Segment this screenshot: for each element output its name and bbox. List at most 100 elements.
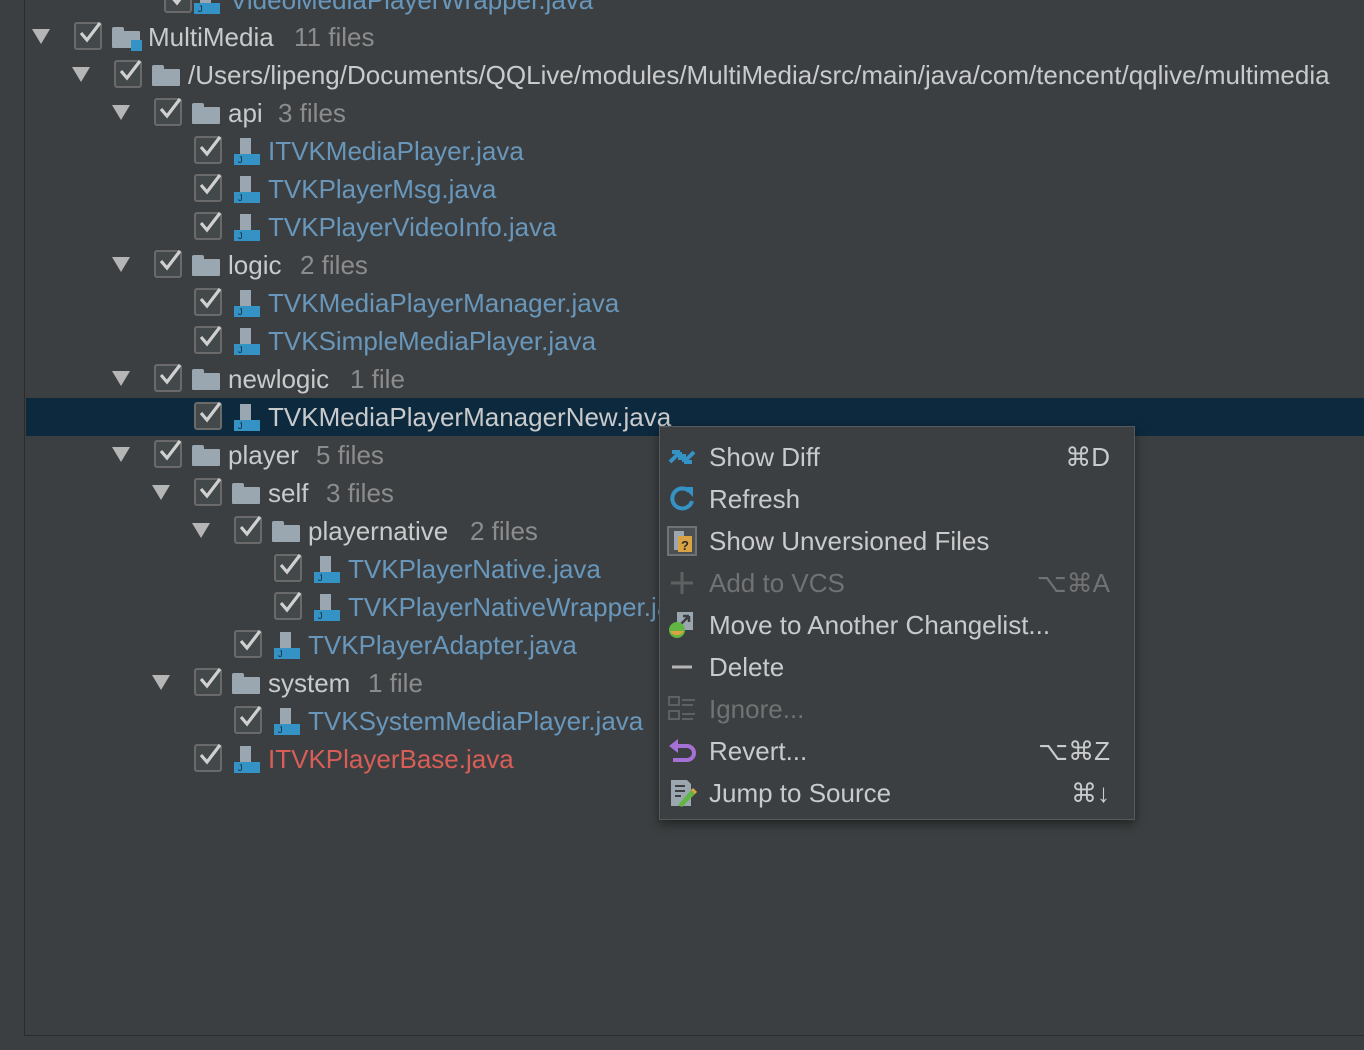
java-file-icon: J [234, 746, 260, 773]
file-count: 2 files [470, 516, 538, 546]
tree-row-folder-api[interactable]: api 3 files [26, 94, 1364, 132]
move-changelist-icon [669, 612, 693, 638]
menu-item-label: Refresh [709, 484, 801, 514]
menu-item-revert[interactable]: Revert... ⌥⌘Z [660, 730, 1134, 772]
unversioned-files-icon: ? [667, 526, 697, 556]
menu-item-shortcut: ⌘D [1065, 442, 1110, 472]
checkbox[interactable] [234, 706, 262, 734]
menu-item-ignore[interactable]: Ignore... [660, 688, 1134, 730]
module-folder-icon [112, 27, 142, 51]
expand-arrow-icon[interactable] [152, 675, 170, 690]
menu-item-show-unversioned-files[interactable]: ? Show Unversioned Files [660, 520, 1134, 562]
checkbox[interactable] [274, 592, 302, 620]
tree-row-file[interactable]: J TVKPlayerVideoInfo.java [26, 208, 1364, 246]
svg-text:J: J [278, 725, 283, 735]
expand-arrow-icon[interactable] [112, 257, 130, 272]
java-file-icon: J [234, 138, 260, 165]
tree-row-file[interactable]: J TVKMediaPlayerManager.java [26, 284, 1364, 322]
svg-text:J: J [238, 155, 243, 165]
svg-text:J: J [278, 649, 283, 659]
refresh-icon [670, 486, 694, 511]
expand-arrow-icon[interactable] [112, 371, 130, 386]
file-count: 11 files [294, 22, 375, 52]
menu-item-label: Show Unversioned Files [709, 526, 990, 556]
tree-row-folder-newlogic[interactable]: newlogic 1 file [26, 360, 1364, 398]
svg-text:J: J [318, 611, 323, 621]
ignore-icon [668, 696, 695, 720]
file-name: ITVKPlayerBase.java [268, 744, 514, 774]
file-name: VideoMediaPlayerWrapper.java [230, 0, 594, 15]
checkbox[interactable] [234, 516, 262, 544]
svg-text:J: J [198, 4, 203, 14]
checkbox[interactable] [194, 668, 222, 696]
menu-item-shortcut: ⌘↓ [1071, 778, 1110, 808]
context-menu: Show Diff ⌘D Refresh ? Show Unversioned … [659, 426, 1135, 820]
java-file-icon: J [274, 708, 300, 735]
menu-item-jump-to-source[interactable]: Jump to Source ⌘↓ [660, 772, 1134, 814]
checkbox[interactable] [194, 326, 222, 354]
menu-item-move-to-another-changelist[interactable]: Move to Another Changelist... [660, 604, 1134, 646]
menu-item-label: Show Diff [709, 442, 820, 472]
checkbox[interactable] [194, 744, 222, 772]
checkbox[interactable] [194, 174, 222, 202]
expand-arrow-icon[interactable] [192, 523, 210, 538]
file-name: TVKSimpleMediaPlayer.java [268, 326, 597, 356]
svg-text:J: J [238, 345, 243, 355]
checkbox[interactable] [194, 288, 222, 316]
menu-item-delete[interactable]: Delete [660, 646, 1134, 688]
checkbox[interactable] [154, 98, 182, 126]
java-file-icon: J [234, 290, 260, 317]
checkbox[interactable] [74, 22, 102, 50]
checkbox[interactable] [114, 60, 142, 88]
java-file-icon: J [234, 328, 260, 355]
menu-item-label: Ignore... [709, 694, 805, 724]
panel-divider [24, 0, 25, 1036]
tree-row-module-multimedia[interactable]: MultiMedia 11 files [26, 18, 1364, 56]
checkbox[interactable] [164, 0, 192, 13]
tree-row-file[interactable]: J ITVKMediaPlayer.java [26, 132, 1364, 170]
tree-row-file[interactable]: J TVKSimpleMediaPlayer.java [26, 322, 1364, 360]
folder-icon [192, 369, 220, 390]
svg-text:J: J [238, 307, 243, 317]
file-count: 3 files [326, 478, 394, 508]
node-name: logic [228, 250, 282, 280]
file-name: ITVKMediaPlayer.java [268, 136, 524, 166]
checkbox[interactable] [154, 440, 182, 468]
tree-row-partial[interactable]: J VideoMediaPlayerWrapper.java [26, 0, 1364, 19]
node-name: MultiMedia [148, 22, 274, 52]
tree-row-folder-logic[interactable]: logic 2 files [26, 246, 1364, 284]
expand-arrow-icon[interactable] [32, 29, 50, 44]
checkbox[interactable] [274, 554, 302, 582]
folder-icon [192, 255, 220, 276]
svg-text:J: J [238, 763, 243, 773]
file-count: 3 files [278, 98, 346, 128]
menu-item-label: Jump to Source [709, 778, 892, 808]
file-count: 2 files [300, 250, 368, 280]
folder-icon [232, 483, 260, 504]
menu-item-add-to-vcs[interactable]: Add to VCS ⌥⌘A [660, 562, 1134, 604]
menu-item-show-diff[interactable]: Show Diff ⌘D [660, 436, 1134, 478]
expand-arrow-icon[interactable] [112, 447, 130, 462]
expand-arrow-icon[interactable] [112, 105, 130, 120]
expand-arrow-icon[interactable] [72, 67, 90, 82]
show-diff-icon [668, 450, 696, 464]
tree-row-path[interactable]: /Users/lipeng/Documents/QQLive/modules/M… [26, 56, 1364, 94]
menu-item-shortcut: ⌥⌘A [1036, 568, 1110, 598]
menu-item-label: Delete [709, 652, 785, 682]
java-file-icon: J [314, 556, 340, 583]
checkbox[interactable] [194, 478, 222, 506]
menu-item-refresh[interactable]: Refresh [660, 478, 1134, 520]
revert-icon [669, 739, 696, 762]
checkbox[interactable] [194, 212, 222, 240]
minus-icon [672, 665, 692, 669]
folder-icon [232, 673, 260, 694]
checkbox[interactable] [194, 136, 222, 164]
tree-row-file[interactable]: J TVKPlayerMsg.java [26, 170, 1364, 208]
folder-icon [152, 65, 180, 86]
folder-icon [272, 521, 300, 542]
checkbox[interactable] [194, 402, 222, 430]
expand-arrow-icon[interactable] [152, 485, 170, 500]
checkbox[interactable] [154, 364, 182, 392]
checkbox[interactable] [234, 630, 262, 658]
checkbox[interactable] [154, 250, 182, 278]
